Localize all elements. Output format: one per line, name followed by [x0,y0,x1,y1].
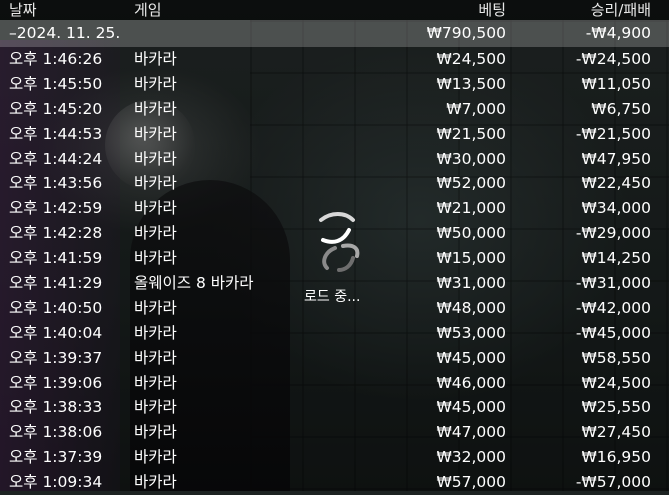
row-result: ₩27,450 [581,423,651,442]
date-group-bet-total: ₩790,500 [426,24,506,42]
row-bet: ₩48,000 [436,298,506,317]
row-bet: ₩24,500 [436,50,506,68]
loading-text: 로드 중... [304,289,361,305]
row-result: ₩34,000 [581,199,651,218]
row-time: 오후 1:42:28 [9,224,103,243]
table-row[interactable]: 오후 1:43:56 바카라 ₩52,000 ₩22,450 [0,171,669,196]
column-header-result[interactable]: 승리/패배 [591,0,651,20]
row-game: 바카라 [134,249,177,268]
row-result: -₩21,500 [575,124,651,143]
row-result: ₩58,550 [581,348,651,367]
row-result: ₩22,450 [581,174,651,193]
row-time: 오후 1:39:06 [9,373,103,392]
row-result: -₩31,000 [575,274,651,293]
row-bet: ₩46,000 [436,373,506,392]
table-row[interactable]: 오후 1:44:53 바카라 ₩21,500 -₩21,500 [0,122,669,147]
row-bet: ₩57,000 [436,473,506,492]
row-game: 바카라 [134,224,177,243]
row-result: -₩24,500 [575,50,651,68]
row-result: -₩42,000 [575,298,651,317]
row-time: 오후 1:45:50 [9,74,103,93]
row-result: ₩11,050 [581,74,651,93]
date-group-label: –2024. 11. 25. [9,24,121,42]
row-time: 오후 1:40:50 [9,298,103,317]
column-header-bet[interactable]: 베팅 [478,0,506,20]
row-bet: ₩31,000 [436,274,506,293]
table-header: 날짜 게임 베팅 승리/패배 [0,0,669,20]
row-game: 바카라 [134,99,177,118]
row-bet: ₩32,000 [436,448,506,467]
table-row[interactable]: 오후 1:37:39 바카라 ₩32,000 ₩16,950 [0,445,669,470]
row-result: ₩14,250 [581,249,651,268]
table-row[interactable]: 오후 1:40:04 바카라 ₩53,000 -₩45,000 [0,321,669,346]
row-game: 바카라 [134,323,177,342]
row-bet: ₩30,000 [436,149,506,168]
row-result: ₩6,750 [591,99,651,118]
row-game: 바카라 [134,199,177,218]
table-row[interactable]: 오후 1:39:06 바카라 ₩46,000 ₩24,500 [0,371,669,396]
row-time: 오후 1:37:39 [9,448,103,467]
row-time: 오후 1:38:33 [9,398,103,417]
row-time: 오후 1:38:06 [9,423,103,442]
date-group-row[interactable]: –2024. 11. 25. ₩790,500 -₩4,900 [0,20,669,47]
column-header-game[interactable]: 게임 [134,0,162,20]
row-result: -₩45,000 [575,323,651,342]
row-game: 올웨이즈 8 바카라 [134,274,254,293]
row-time: 오후 1:43:56 [9,174,103,193]
row-game: 바카라 [134,448,177,467]
row-result: ₩47,950 [581,149,651,168]
row-bet: ₩7,000 [446,99,506,118]
row-time: 오후 1:44:53 [9,124,103,143]
row-game: 바카라 [134,74,177,93]
table-row[interactable]: 오후 1:44:24 바카라 ₩30,000 ₩47,950 [0,147,669,172]
row-result: ₩25,550 [581,398,651,417]
row-time: 오후 1:41:59 [9,249,103,268]
row-time: 오후 1:46:26 [9,50,103,68]
row-game: 바카라 [134,50,177,68]
row-bet: ₩15,000 [436,249,506,268]
row-time: 오후 1:44:24 [9,149,103,168]
table-row[interactable]: 오후 1:45:20 바카라 ₩7,000 ₩6,750 [0,97,669,122]
row-result: -₩29,000 [575,224,651,243]
row-time: 오후 1:42:59 [9,199,103,218]
row-game: 바카라 [134,423,177,442]
row-game: 바카라 [134,473,177,492]
table-row[interactable]: 오후 1:09:34 바카라 ₩57,000 -₩57,000 [0,470,669,495]
row-game: 바카라 [134,348,177,367]
column-header-date[interactable]: 날짜 [9,0,37,20]
table-row[interactable]: 오후 1:39:37 바카라 ₩45,000 ₩58,550 [0,346,669,371]
table-row[interactable]: 오후 1:38:06 바카라 ₩47,000 ₩27,450 [0,420,669,445]
table-row[interactable]: 오후 1:45:50 바카라 ₩13,500 ₩11,050 [0,72,669,97]
row-result: ₩16,950 [581,448,651,467]
row-time: 오후 1:45:20 [9,99,103,118]
row-game: 바카라 [134,373,177,392]
row-time: 오후 1:40:04 [9,323,103,342]
row-game: 바카라 [134,398,177,417]
row-time: 오후 1:41:29 [9,274,103,293]
loading-spinner-icon [319,212,360,272]
row-time: 오후 1:09:34 [9,473,103,492]
row-bet: ₩13,500 [436,74,506,93]
row-bet: ₩50,000 [436,224,506,243]
row-bet: ₩47,000 [436,423,506,442]
row-bet: ₩52,000 [436,174,506,193]
row-bet: ₩53,000 [436,323,506,342]
row-game: 바카라 [134,124,177,143]
row-bet: ₩21,500 [436,124,506,143]
date-group-result-total: -₩4,900 [585,24,651,42]
row-bet: ₩45,000 [436,398,506,417]
row-result: ₩24,500 [581,373,651,392]
row-game: 바카라 [134,298,177,317]
row-result: -₩57,000 [575,473,651,492]
table-row[interactable]: 오후 1:46:26 바카라 ₩24,500 -₩24,500 [0,47,669,72]
loading-indicator: 로드 중... [300,205,380,305]
table-row[interactable]: 오후 1:38:33 바카라 ₩45,000 ₩25,550 [0,395,669,420]
row-game: 바카라 [134,174,177,193]
row-game: 바카라 [134,149,177,168]
row-time: 오후 1:39:37 [9,348,103,367]
row-bet: ₩45,000 [436,348,506,367]
row-bet: ₩21,000 [436,199,506,218]
